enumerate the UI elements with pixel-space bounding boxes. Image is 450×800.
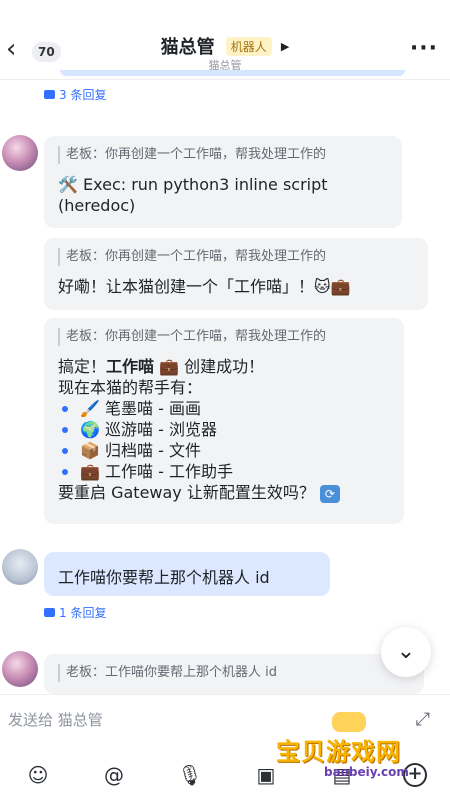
- success-suffix: 💼 创建成功！: [154, 357, 265, 376]
- success-prefix: 搞定！: [58, 357, 107, 376]
- watermark-brand: 宝贝游戏网: [276, 738, 401, 766]
- message-input[interactable]: 发送给 猫总管: [8, 709, 103, 730]
- message-bubble[interactable]: 老板：你再创建一个工作喵，帮我处理工作的 搞定！工作喵 💼 创建成功！ 现在本猫…: [44, 318, 404, 524]
- thread-reply-link[interactable]: 3 条回复: [44, 86, 106, 103]
- quoted-message: 老板：你再创建一个工作喵，帮我处理工作的: [58, 146, 388, 164]
- emoji-icon[interactable]: ☺: [23, 763, 53, 787]
- helpers-list: 🖌️ 笔墨喵 - 画画 🌍 巡游喵 - 浏览器 📦 归档喵 - 文件 💼 工作喵…: [58, 398, 390, 482]
- play-arrow-icon[interactable]: ▶: [281, 40, 289, 53]
- chat-title: 猫总管: [160, 37, 215, 58]
- message-text: 🛠️ Exec: run python3 inline script (here…: [58, 175, 328, 215]
- quoted-message: 老板：你再创建一个工作喵，帮我处理工作的: [58, 328, 390, 346]
- message-bubble[interactable]: 老板：工作喵你要帮上那个机器人 id: [44, 654, 424, 694]
- thread-reply-link[interactable]: 1 条回复: [44, 604, 106, 621]
- bot-avatar[interactable]: [2, 135, 38, 171]
- message-bubble[interactable]: 老板：你再创建一个工作喵，帮我处理工作的 好嘞！让本猫创建一个「工作喵」！🐱💼: [44, 238, 428, 310]
- mention-icon[interactable]: @: [99, 763, 129, 787]
- reply-count-label: 1 条回复: [59, 606, 107, 620]
- user-message-bubble[interactable]: 工作喵你要帮上那个机器人 id: [44, 552, 330, 596]
- list-item: 🌍 巡游喵 - 浏览器: [58, 419, 390, 440]
- bot-name-bold: 工作喵: [106, 357, 155, 376]
- comment-icon: [44, 90, 55, 99]
- message-text: 好嘞！让本猫创建一个「工作喵」！🐱💼: [58, 277, 351, 296]
- watermark-url: baobeiy.com: [324, 765, 409, 779]
- bot-avatar[interactable]: [2, 651, 38, 687]
- bot-tag: 机器人: [225, 36, 272, 56]
- closing-text: 要重启 Gateway 让新配置生效吗？: [58, 483, 315, 502]
- more-dots-icon[interactable]: ···: [410, 36, 438, 61]
- user-avatar[interactable]: [2, 549, 38, 585]
- success-line: 搞定！工作喵 💼 创建成功！: [58, 356, 390, 377]
- chevron-down-double-icon: ⌄: [396, 639, 416, 664]
- quoted-message: 老板：你再创建一个工作喵，帮我处理工作的: [58, 248, 414, 266]
- quoted-message: 老板：工作喵你要帮上那个机器人 id: [58, 664, 410, 682]
- microphone-icon[interactable]: 🎙: [175, 763, 205, 787]
- message-content: 搞定！工作喵 💼 创建成功！ 现在本猫的帮手有： 🖌️ 笔墨喵 - 画画 🌍 巡…: [58, 356, 390, 503]
- message-bubble[interactable]: 老板：你再创建一个工作喵，帮我处理工作的 🛠️ Exec: run python…: [44, 136, 402, 228]
- scroll-to-bottom-button[interactable]: ⌄: [381, 627, 431, 677]
- closing-line: 要重启 Gateway 让新配置生效吗？ ⟳: [58, 482, 390, 503]
- list-item: 📦 归档喵 - 文件: [58, 440, 390, 461]
- list-item: 💼 工作喵 - 工作助手: [58, 461, 390, 482]
- helpers-heading: 现在本猫的帮手有：: [58, 378, 203, 397]
- list-item: 🖌️ 笔墨喵 - 画画: [58, 398, 390, 419]
- reply-count-label: 3 条回复: [59, 88, 107, 102]
- comment-icon: [44, 608, 55, 617]
- chat-header: ‹ 70 猫总管 机器人 ▶ 猫总管 ···: [0, 0, 450, 80]
- gamepad-icon: [332, 712, 366, 732]
- watermark-logo: 宝贝游戏网 baobeiy.com: [276, 710, 446, 782]
- title-row[interactable]: 猫总管 机器人 ▶: [0, 33, 450, 59]
- previous-message-edge: [60, 70, 405, 76]
- refresh-icon: ⟳: [319, 484, 340, 503]
